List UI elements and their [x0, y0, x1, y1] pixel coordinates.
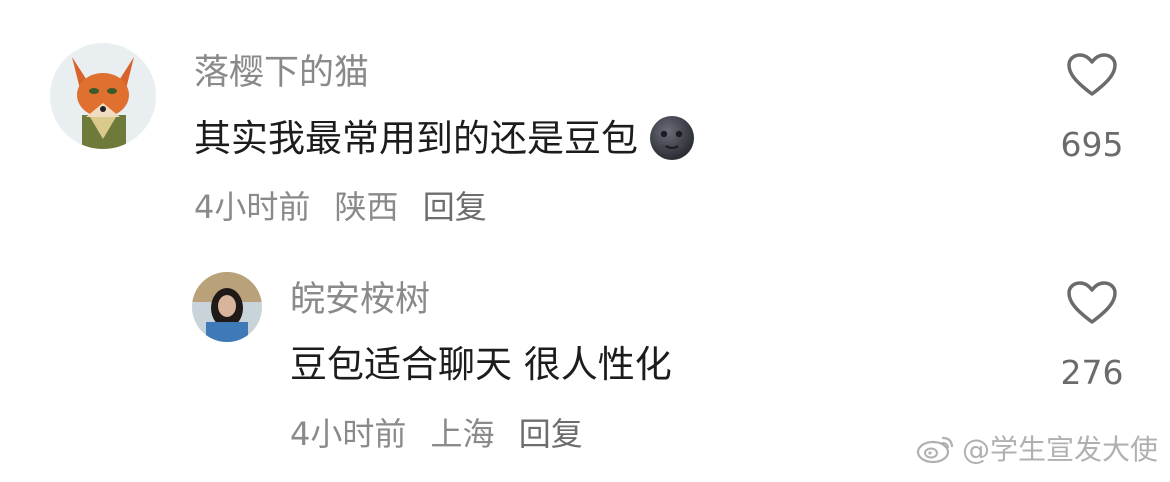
- weibo-icon: [916, 436, 954, 464]
- comment-location: 陕西: [334, 188, 399, 226]
- reply-button[interactable]: 回复: [519, 418, 583, 450]
- new-moon-face-icon: [648, 114, 696, 162]
- comment-username[interactable]: 皖安桉树: [290, 283, 430, 318]
- like-count: 695: [1060, 125, 1124, 164]
- avatar[interactable]: [50, 43, 156, 149]
- watermark: @学生宣发大使: [916, 428, 1158, 468]
- avatar[interactable]: [192, 272, 262, 342]
- heart-icon[interactable]: [1066, 52, 1118, 98]
- like-button[interactable]: 695: [1047, 52, 1137, 161]
- comment-meta: 4小时前 陕西 回复: [194, 191, 487, 223]
- comment-username[interactable]: 落樱下的猫: [194, 56, 369, 91]
- comment-text-body: 其实我最常用到的还是豆包: [194, 116, 638, 160]
- like-button[interactable]: 276: [1047, 280, 1137, 389]
- comment-time: 4小时前: [194, 188, 311, 226]
- reply-button[interactable]: 回复: [423, 191, 487, 223]
- comment-meta: 4小时前 上海 回复: [290, 418, 583, 450]
- comment-text-body: 豆包适合聊天 很人性化: [290, 342, 672, 386]
- comment-text: 豆包适合聊天 很人性化: [290, 343, 672, 385]
- heart-icon[interactable]: [1066, 280, 1118, 326]
- comment-text: 其实我最常用到的还是豆包: [194, 114, 696, 162]
- comment-time: 4小时前: [290, 415, 407, 453]
- like-count: 276: [1060, 353, 1124, 392]
- watermark-text: @学生宣发大使: [961, 433, 1158, 466]
- comment-location: 上海: [430, 415, 495, 453]
